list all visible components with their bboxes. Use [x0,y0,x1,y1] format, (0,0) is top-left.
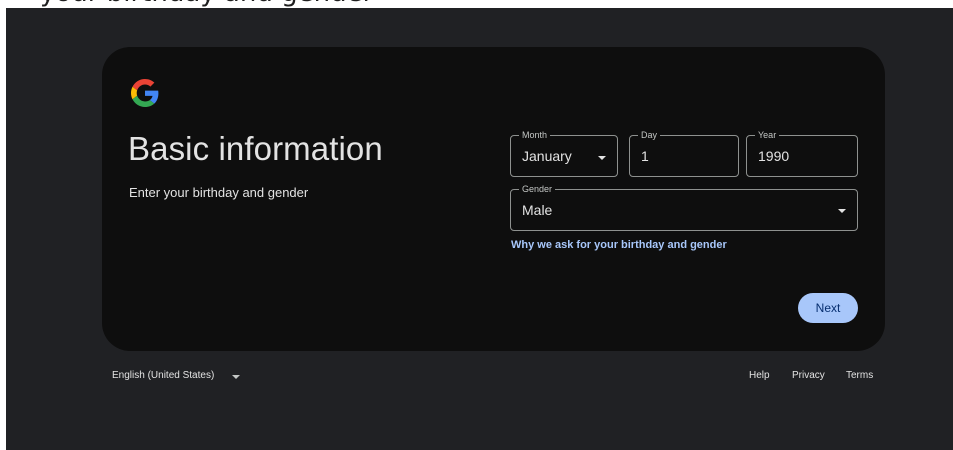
chevron-down-icon [838,209,846,213]
next-button[interactable]: Next [798,293,858,323]
gender-select[interactable]: Gender Male [510,184,858,231]
privacy-link[interactable]: Privacy [792,370,825,381]
language-selector[interactable]: English (United States) [112,370,214,381]
gender-label: Gender [519,184,556,195]
chevron-down-icon[interactable] [232,375,240,379]
day-input[interactable]: Day 1 [629,130,739,177]
terms-link[interactable]: Terms [846,370,873,381]
google-g-icon [131,79,159,107]
day-value: 1 [641,148,649,164]
month-value: January [522,148,572,164]
page-background: Basic information Enter your birthday an… [6,8,953,450]
year-value: 1990 [758,148,790,164]
gender-value: Male [522,202,553,218]
chevron-down-icon [598,156,606,160]
year-label: Year [755,130,780,141]
page-heading-fragment: your birthday and gender [40,0,460,8]
footer: English (United States) Help Privacy Ter… [6,363,953,383]
page-title: Basic information [128,130,383,167]
month-label: Month [519,130,551,141]
day-label: Day [638,130,661,141]
year-input[interactable]: Year 1990 [746,130,858,177]
why-we-ask-link[interactable]: Why we ask for your birthday and gender [511,239,727,251]
signup-card: Basic information Enter your birthday an… [102,47,885,351]
help-link[interactable]: Help [749,370,770,381]
month-select[interactable]: Month January [510,130,618,177]
page-subtitle: Enter your birthday and gender [129,185,309,200]
